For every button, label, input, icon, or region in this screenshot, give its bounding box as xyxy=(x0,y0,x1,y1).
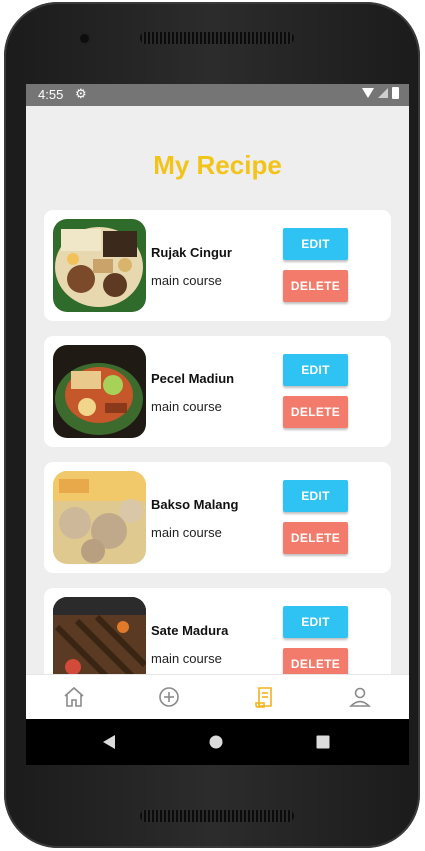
status-icons xyxy=(362,87,399,99)
recipe-image xyxy=(53,345,146,438)
bottom-speaker xyxy=(140,810,294,822)
edit-button[interactable]: EDIT xyxy=(283,606,348,638)
home-icon[interactable] xyxy=(62,685,86,709)
system-navigation-bar xyxy=(26,719,409,765)
edit-button[interactable]: EDIT xyxy=(283,480,348,512)
recipe-name: Bakso Malang xyxy=(151,497,239,512)
recipe-category: main course xyxy=(151,525,222,540)
recipe-name: Sate Madura xyxy=(151,623,229,638)
edit-button[interactable]: EDIT xyxy=(283,228,348,260)
screen: 4:55 ⚙ My Recipe Rujak Cingur main cours… xyxy=(26,84,409,765)
front-camera xyxy=(80,34,89,43)
bottom-navigation xyxy=(26,674,409,720)
back-icon[interactable] xyxy=(102,734,116,750)
recipe-name: Rujak Cingur xyxy=(151,245,232,260)
home-button-icon[interactable] xyxy=(209,735,223,749)
status-bar: 4:55 ⚙ xyxy=(26,84,409,106)
recents-icon[interactable] xyxy=(316,735,330,749)
delete-button[interactable]: DELETE xyxy=(283,270,348,302)
status-time: 4:55 xyxy=(38,87,64,102)
recipe-icon[interactable] xyxy=(252,685,276,709)
recipe-image xyxy=(53,471,146,564)
profile-icon[interactable] xyxy=(348,685,372,709)
phone-frame: 4:55 ⚙ My Recipe Rujak Cingur main cours… xyxy=(4,2,420,848)
signal-icon xyxy=(378,88,388,98)
delete-button[interactable]: DELETE xyxy=(283,396,348,428)
settings-icon: ⚙ xyxy=(75,86,87,101)
battery-icon xyxy=(392,87,399,99)
recipe-category: main course xyxy=(151,651,222,666)
wifi-icon xyxy=(362,88,374,98)
recipe-category: main course xyxy=(151,273,222,288)
recipe-card: Bakso Malang main course EDIT DELETE xyxy=(44,462,391,573)
recipe-image xyxy=(53,219,146,312)
recipe-category: main course xyxy=(151,399,222,414)
page-title: My Recipe xyxy=(153,150,282,180)
recipe-name: Pecel Madiun xyxy=(151,371,235,386)
delete-button[interactable]: DELETE xyxy=(283,522,348,554)
edit-button[interactable]: EDIT xyxy=(283,354,348,386)
recipe-card: Rujak Cingur main course EDIT DELETE xyxy=(44,210,391,321)
add-circle-icon[interactable] xyxy=(157,685,181,709)
recipe-card: Pecel Madiun main course EDIT DELETE xyxy=(44,336,391,447)
earpiece-speaker xyxy=(140,32,294,44)
